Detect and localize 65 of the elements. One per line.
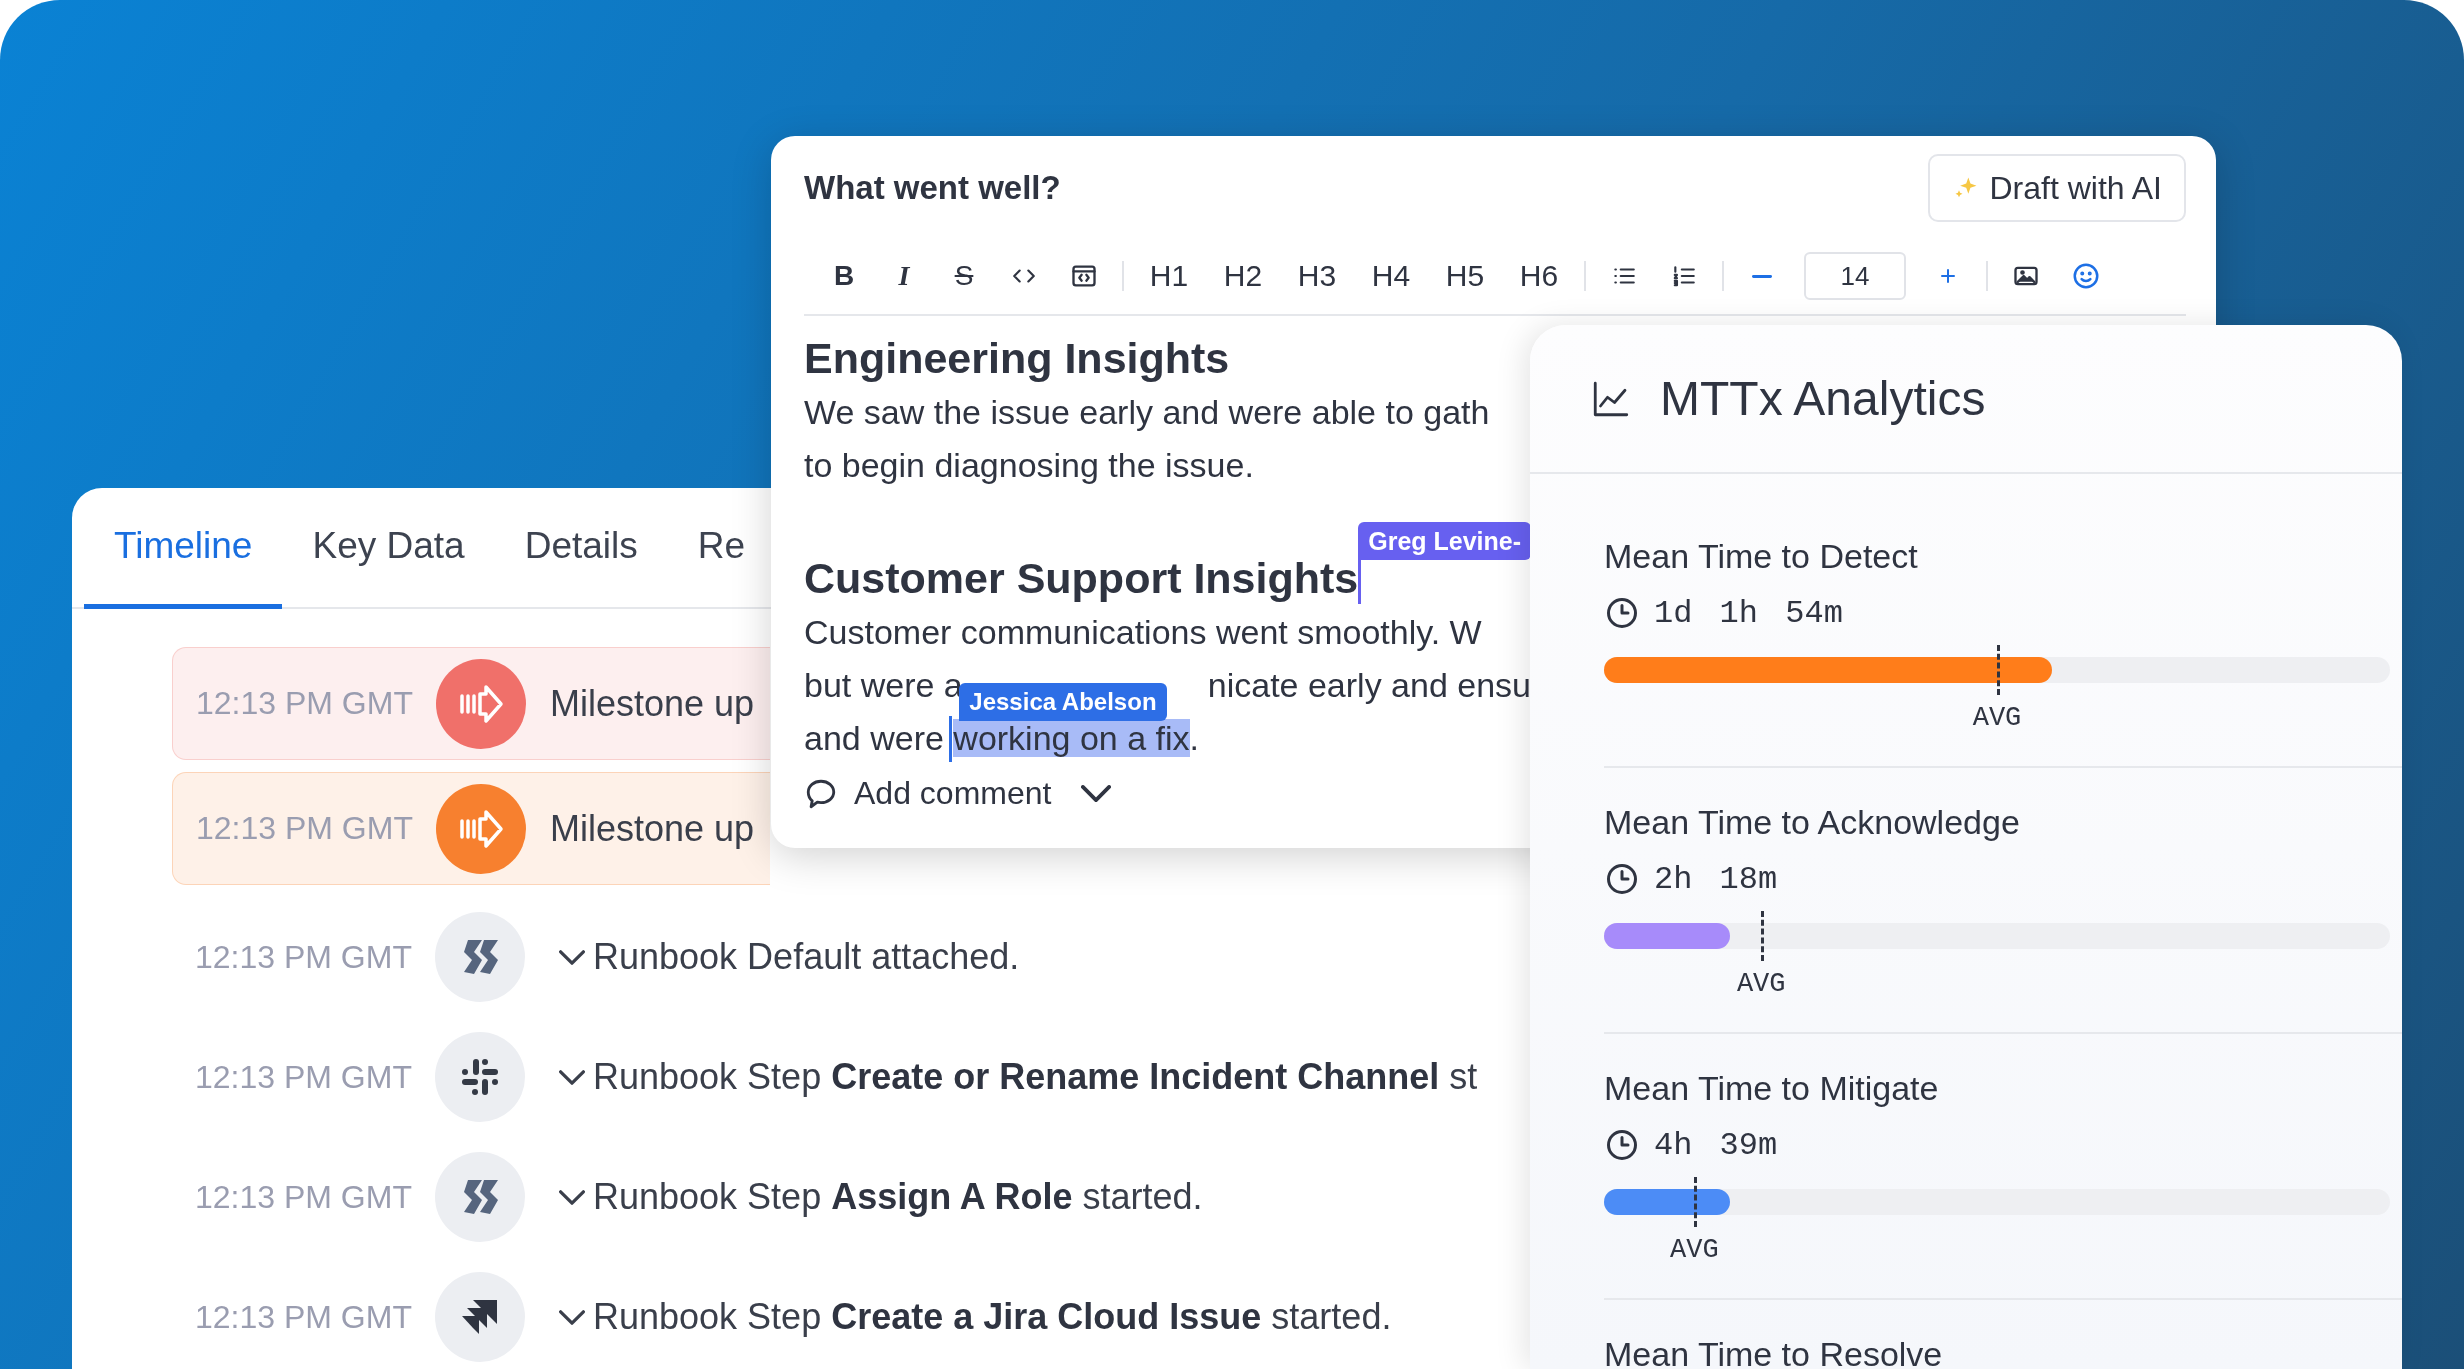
selected-text: working on a fix xyxy=(953,719,1190,757)
panel-title: MTTx Analytics xyxy=(1660,371,1986,426)
tab[interactable]: Re xyxy=(667,488,746,609)
metric-label: Mean Time to Detect xyxy=(1604,537,1918,575)
paragraph-line: Customer communications went smoothly. W xyxy=(804,613,1482,651)
heading-button[interactable]: H1 xyxy=(1136,250,1202,302)
italic-button[interactable]: I xyxy=(878,250,930,302)
chevron-down-icon xyxy=(559,1309,585,1325)
numbered-list-icon xyxy=(1671,263,1697,289)
metric-value: 4h 39m xyxy=(1654,1126,1778,1164)
event-text: Runbook Step Create or Rename Incident Channel st xyxy=(593,1056,1478,1098)
chevron-down-icon xyxy=(1081,785,1112,802)
chevron-down-icon xyxy=(559,1069,585,1085)
clock-icon xyxy=(1604,1127,1640,1163)
strikethrough-button[interactable]: S xyxy=(938,250,990,302)
editor-title: What went well? xyxy=(804,169,1061,207)
hash-icon xyxy=(460,1057,500,1097)
average-label: AVG xyxy=(1670,1235,1719,1265)
average-label: AVG xyxy=(1736,969,1786,999)
event-time: 12:13 PM GMT xyxy=(194,938,413,976)
chevron-down-icon xyxy=(559,1189,585,1205)
tab[interactable]: Key Data xyxy=(282,488,495,609)
draft-with-ai-button[interactable]: Draft with AI xyxy=(1927,154,2186,222)
heading-button[interactable]: H5 xyxy=(1432,250,1498,302)
paragraph-line: . xyxy=(1189,719,1199,757)
average-label: AVG xyxy=(1972,703,2022,733)
minus-icon xyxy=(1752,274,1772,278)
metric-label: Mean Time to Resolve xyxy=(1604,1335,1943,1369)
event-time: 12:13 PM GMT xyxy=(195,685,414,722)
event-text: Milestone up xyxy=(550,682,755,725)
event-text: Runbook Step Assign A Role started. xyxy=(593,1176,1203,1218)
arrow-icon xyxy=(458,683,504,724)
event-text: Runbook Step Create a Jira Cloud Issue started. xyxy=(593,1296,1392,1338)
clock-icon xyxy=(1604,595,1640,631)
paragraph-line: and were xyxy=(804,719,945,757)
heading-button[interactable]: H3 xyxy=(1284,250,1350,302)
metric-label: Mean Time to Mitigate xyxy=(1604,1069,1939,1107)
arrow-icon xyxy=(458,808,504,849)
bold-button[interactable]: B xyxy=(818,250,870,302)
collaborator-label: Greg Levine- xyxy=(1358,521,1532,560)
event-time: 12:13 PM GMT xyxy=(195,810,414,847)
clock-icon xyxy=(1604,861,1640,897)
smiley-icon xyxy=(2071,261,2101,291)
event-time: 12:13 PM GMT xyxy=(194,1058,413,1096)
metric-value: 2h 18m xyxy=(1654,860,1778,898)
chevron-down-icon xyxy=(559,949,585,965)
tab[interactable]: Timeline xyxy=(84,488,283,609)
paragraph-line: nicate early and ensu xyxy=(1207,666,1531,704)
event-time: 12:13 PM GMT xyxy=(194,1298,413,1336)
event-text: Runbook Default attached. xyxy=(593,936,1020,978)
paragraph-line: to begin diagnosing the issue. xyxy=(804,446,1254,484)
collaborator-label: Jessica Abelson xyxy=(959,683,1167,721)
heading-button[interactable]: H6 xyxy=(1506,250,1572,302)
event-time: 12:13 PM GMT xyxy=(194,1178,413,1216)
heading-button[interactable]: H4 xyxy=(1358,250,1424,302)
add-comment-button[interactable]: Add comment xyxy=(804,775,1112,812)
metric-label: Mean Time to Acknowledge xyxy=(1604,803,2020,841)
event-text: Milestone up xyxy=(550,807,755,850)
heading-button[interactable]: H2 xyxy=(1210,250,1276,302)
tab[interactable]: Details xyxy=(494,488,668,609)
font-size-field[interactable]: 14 xyxy=(1804,252,1906,300)
section-heading: Engineering Insights xyxy=(804,334,1230,382)
paragraph-line: We saw the issue early and were able to gath xyxy=(804,393,1490,431)
section-heading: Customer Support Insights xyxy=(804,554,1359,602)
metric-value: 1d 1h 54m xyxy=(1654,594,1843,632)
